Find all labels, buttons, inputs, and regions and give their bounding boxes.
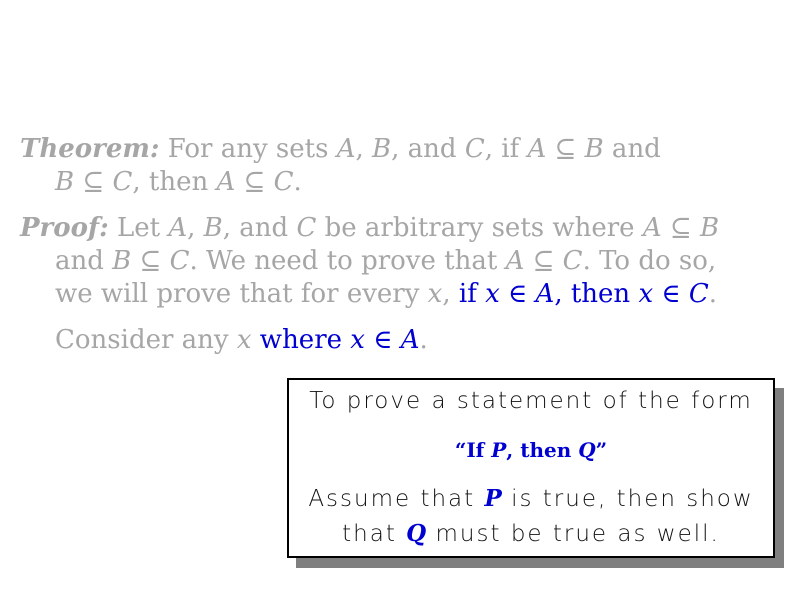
implication-highlight: if x ∈ A, then x ∈ C (459, 279, 709, 309)
callout-heading-text: , then (506, 438, 579, 462)
proof-text: , (187, 213, 204, 243)
proof-text: if (458, 279, 486, 309)
set-B: B (55, 167, 75, 197)
callout-heading: “If P, then Q” (289, 438, 773, 462)
proof-paragraph: Proof: Let A, B, and C be arbitrary sets… (20, 212, 780, 311)
callout-intro: To prove a statement of the form (309, 388, 753, 414)
proof-text: . We need to prove that (189, 246, 506, 276)
callout-heading-text: ” (595, 438, 608, 462)
set-A: A (400, 325, 420, 355)
set-A: A (336, 134, 356, 164)
consider-line: Consider any x where x ∈ A. (55, 324, 794, 357)
set-B: B (112, 246, 132, 276)
theorem-text: , (355, 134, 373, 164)
theorem-line-2: B ⊆ C, then A ⊆ C. (20, 166, 780, 199)
consider-line-1: Consider any x where x ∈ A. (55, 324, 794, 357)
subset-symbol: ⊆ (74, 167, 113, 197)
element-of-symbol: ∈ (364, 325, 401, 355)
subset-symbol: ⊆ (131, 246, 170, 276)
variable-Q: Q (578, 438, 596, 462)
proof-text: . (708, 279, 718, 309)
theorem-line-1: Theorem: For any sets A, B, and C, if A … (20, 133, 780, 166)
theorem-text: . (293, 167, 302, 197)
set-A: A (216, 167, 236, 197)
set-B: B (699, 213, 720, 243)
callout-instruction-1: Assume that P is true, then show (289, 485, 773, 512)
set-C: C (112, 167, 133, 197)
variable-x: x (638, 279, 654, 309)
proof-text: we will prove that for every (55, 279, 428, 309)
slide: Theorem: For any sets A, B, and C, if A … (0, 0, 794, 595)
theorem-text: , then (132, 167, 217, 197)
proof-text: , and (222, 213, 297, 243)
consider-text: . (419, 325, 428, 355)
proof-text: Let (108, 213, 169, 243)
set-A: A (642, 213, 662, 243)
element-of-symbol: ∈ (653, 279, 689, 309)
subset-symbol: ⊆ (661, 213, 700, 243)
proof-line-2: and B ⊆ C. We need to prove that A ⊆ C. … (20, 245, 780, 278)
callout-heading-text: “If (454, 438, 492, 462)
variable-x: x (427, 279, 443, 309)
proof-text: be arbitrary sets where (316, 213, 643, 243)
theorem-text: , and (391, 134, 465, 164)
proof-text: , (442, 279, 459, 309)
set-C: C (296, 213, 317, 243)
variable-x: x (485, 279, 500, 309)
variable-P: P (491, 438, 507, 462)
theorem-text: , if (484, 134, 528, 164)
subset-symbol: ⊆ (524, 246, 563, 276)
set-C: C (562, 246, 583, 276)
variable-x: x (350, 325, 365, 355)
variable-x: x (236, 325, 252, 355)
theorem-paragraph: Theorem: For any sets A, B, and C, if A … (20, 133, 780, 199)
set-B: B (203, 213, 223, 243)
set-C: C (464, 134, 485, 164)
proof-text: , then (554, 279, 639, 309)
proof-text: . To do so, (582, 246, 717, 276)
callout-instruction-2: that Q must be true as well. (289, 520, 773, 547)
variable-Q: Q (406, 520, 427, 547)
callout-box: To prove a statement of the form “If P, … (287, 378, 775, 558)
callout-text: that (342, 521, 407, 547)
variable-P: P (484, 485, 502, 512)
element-of-symbol: ∈ (499, 279, 536, 309)
subset-symbol: ⊆ (235, 167, 274, 197)
callout-text: must be true as well. (426, 521, 720, 547)
theorem-text: and (603, 134, 661, 164)
set-A: A (505, 246, 525, 276)
consider-text: Consider any (55, 325, 237, 355)
set-B: B (372, 134, 392, 164)
callout-text: is true, then show (501, 486, 754, 512)
set-C: C (169, 246, 190, 276)
set-C: C (688, 279, 709, 309)
subset-symbol: ⊆ (546, 134, 585, 164)
set-B: B (584, 134, 604, 164)
proof-text: and (55, 246, 113, 276)
consider-text: where (251, 325, 351, 355)
theorem-label: Theorem: (20, 134, 160, 164)
proof-label: Proof: (20, 213, 109, 243)
set-A: A (527, 134, 547, 164)
callout-text: Assume that (308, 486, 485, 512)
set-C: C (273, 167, 294, 197)
proof-line-3: we will prove that for every x, if x ∈ A… (20, 278, 780, 311)
set-A: A (168, 213, 188, 243)
assumption-highlight: where x ∈ A (252, 325, 420, 355)
set-A: A (535, 279, 555, 309)
theorem-text: For any sets (159, 134, 337, 164)
proof-line-1: Proof: Let A, B, and C be arbitrary sets… (20, 212, 780, 245)
